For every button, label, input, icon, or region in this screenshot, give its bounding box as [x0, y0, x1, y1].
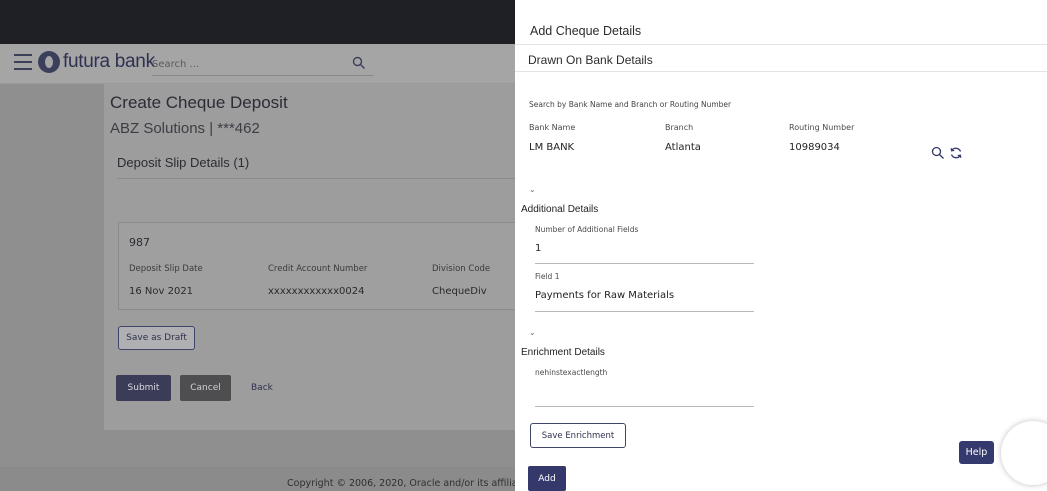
section-title: Deposit Slip Details (1): [117, 155, 250, 170]
division-code-value: ChequeDiv: [432, 286, 487, 297]
branch-value: Atlanta: [665, 142, 701, 153]
divider: [117, 178, 517, 179]
slip-number: 987: [129, 236, 150, 249]
credit-account-label: Credit Account Number: [268, 264, 368, 274]
credit-account-value: xxxxxxxxxxxx0024: [268, 286, 365, 297]
brand-logo[interactable]: futura bank: [38, 51, 155, 73]
add-button[interactable]: Add: [528, 466, 566, 491]
routing-number-value: 10989034: [789, 142, 840, 153]
back-link[interactable]: Back: [251, 383, 273, 393]
additional-details-title: Additional Details: [521, 204, 599, 215]
slip-date-label: Deposit Slip Date: [129, 264, 203, 274]
routing-number-label: Routing Number: [789, 123, 855, 132]
add-cheque-panel: Add Cheque Details Drawn On Bank Details…: [515, 0, 1047, 491]
num-additional-fields-value[interactable]: 1: [535, 243, 541, 254]
submit-button[interactable]: Submit: [116, 375, 171, 401]
search-icon[interactable]: [352, 56, 366, 70]
bank-name-value: LM BANK: [529, 142, 575, 153]
save-enrichment-button[interactable]: Save Enrichment: [530, 423, 626, 448]
copyright-text: Copyright © 2006, 2020, Oracle and/or it…: [287, 478, 533, 489]
field-underline: [535, 406, 754, 407]
num-additional-fields-label: Number of Additional Fields: [535, 225, 639, 234]
bank-name-label: Bank Name: [529, 123, 576, 132]
search-input[interactable]: [152, 53, 342, 76]
divider: [515, 44, 1047, 45]
lookup-search-icon[interactable]: [931, 146, 945, 160]
assistant-widget[interactable]: [1001, 421, 1047, 485]
search-hint: Search by Bank Name and Branch or Routin…: [529, 100, 732, 109]
search-box: [152, 52, 374, 76]
refresh-icon[interactable]: [949, 146, 963, 160]
menu-icon[interactable]: [14, 54, 32, 70]
division-code-label: Division Code: [432, 264, 491, 274]
slip-date-value: 16 Nov 2021: [129, 286, 194, 297]
branch-label: Branch: [665, 123, 694, 132]
chevron-down-icon[interactable]: ⌄: [529, 185, 536, 194]
field-underline: [535, 263, 754, 264]
field-underline: [535, 311, 754, 312]
panel-title: Add Cheque Details: [530, 24, 642, 38]
drawn-on-bank-title: Drawn On Bank Details: [528, 53, 653, 67]
nehinstexactlength-label: nehinstexactlength: [535, 368, 608, 377]
logo-icon: [38, 51, 60, 73]
enrichment-details-title: Enrichment Details: [521, 347, 605, 358]
help-button[interactable]: Help: [959, 441, 994, 464]
divider: [515, 71, 1047, 72]
page-title: Create Cheque Deposit: [110, 93, 288, 112]
brand-name: futura bank: [63, 51, 155, 72]
nehinstexactlength-input[interactable]: [535, 381, 754, 405]
save-as-draft-button[interactable]: Save as Draft: [118, 326, 195, 350]
field-1-label: Field 1: [535, 272, 560, 281]
field-1-value[interactable]: Payments for Raw Materials: [535, 290, 674, 301]
chevron-down-icon[interactable]: ⌄: [529, 328, 536, 337]
page-subtitle: ABZ Solutions | ***462: [110, 120, 260, 137]
cancel-button[interactable]: Cancel: [180, 375, 231, 401]
